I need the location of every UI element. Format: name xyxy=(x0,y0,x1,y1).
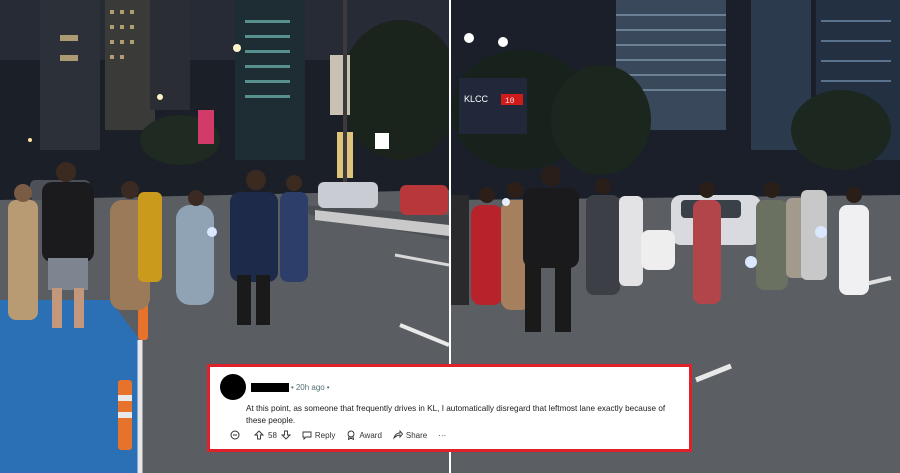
vote-count: 58 xyxy=(268,430,277,440)
comment-collapse-icon xyxy=(230,430,240,440)
award-button[interactable]: Award xyxy=(346,430,382,440)
more-options-button[interactable]: ··· xyxy=(438,431,446,440)
comment-timestamp: 20h ago xyxy=(295,382,325,392)
comment-separator-2: • xyxy=(326,382,330,392)
award-label: Award xyxy=(359,430,382,440)
username-redacted[interactable] xyxy=(251,382,289,392)
award-icon xyxy=(347,430,355,440)
vote-controls: 58 xyxy=(254,430,291,440)
comment-body: At this point, as someone that frequentl… xyxy=(246,404,666,425)
comment-header: • 20h ago • xyxy=(220,374,679,400)
avatar[interactable] xyxy=(220,374,246,400)
share-icon xyxy=(393,430,403,440)
reply-icon xyxy=(302,431,312,440)
comment-actions: 58 Reply Award Share ··· xyxy=(230,430,679,440)
comment-card: • 20h ago • At this point, as someone th… xyxy=(207,364,692,452)
share-label: Share xyxy=(405,430,428,440)
share-button[interactable]: Share xyxy=(393,430,427,440)
countdown-sign-text: 10 xyxy=(505,97,515,106)
downvote-icon[interactable] xyxy=(280,430,291,440)
reply-button[interactable]: Reply xyxy=(302,430,335,440)
comment-separator: • xyxy=(291,382,294,392)
upvote-icon[interactable] xyxy=(254,430,264,440)
klcc-sign-text: KLCC xyxy=(464,94,489,104)
more-icon: ··· xyxy=(438,430,447,440)
collapse-button[interactable] xyxy=(230,430,243,440)
reply-label: Reply xyxy=(314,430,336,440)
